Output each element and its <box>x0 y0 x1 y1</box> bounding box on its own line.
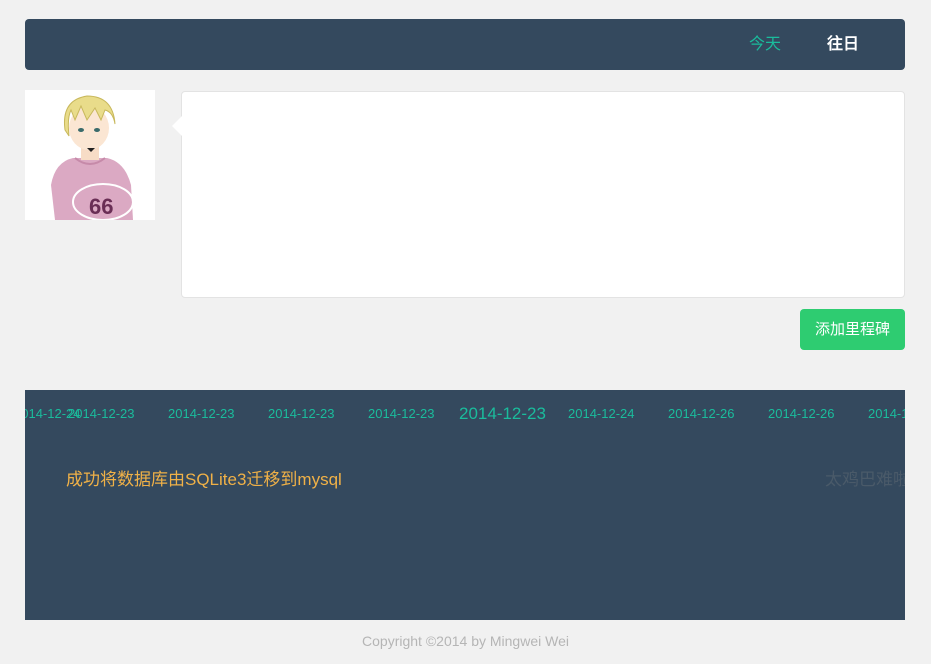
timeline-date[interactable]: 2014-12-2 <box>868 406 905 422</box>
avatar: 66 <box>25 90 155 220</box>
timeline-date-active[interactable]: 2014-12-23 <box>459 404 546 424</box>
timeline-event-text-next: 太鸡巴难啦 <box>825 470 905 490</box>
timeline-date[interactable]: 2014-12-26 <box>768 406 835 422</box>
top-navbar: 今天 往日 <box>25 19 905 70</box>
nav-today-link[interactable]: 今天 <box>749 33 781 55</box>
timeline-date[interactable]: 2014-12-24 <box>568 406 635 422</box>
timeline-date[interactable]: 2014-12-23 <box>168 406 235 422</box>
avatar-illustration: 66 <box>25 90 155 220</box>
page: 今天 往日 66 添加里程碑 2014-12-24 2014-12 <box>0 0 931 664</box>
timeline-date[interactable]: 2014-12-23 <box>368 406 435 422</box>
milestone-editor[interactable] <box>172 91 905 298</box>
editor-pointer-arrow <box>172 116 182 136</box>
milestone-textarea[interactable] <box>182 92 904 297</box>
timeline-date[interactable]: 2014-12-23 <box>268 406 335 422</box>
timeline-date[interactable]: 2014-12-26 <box>668 406 735 422</box>
footer-copyright: Copyright ©2014 by Mingwei Wei <box>362 633 569 649</box>
timeline-panel: 2014-12-24 2014-12-23 2014-12-23 2014-12… <box>25 390 905 620</box>
nav-past-link[interactable]: 往日 <box>827 33 859 55</box>
svg-text:66: 66 <box>89 194 113 219</box>
timeline-event-text: 成功将数据库由SQLite3迁移到mysql <box>66 470 342 489</box>
timeline-date[interactable]: 2014-12-23 <box>68 406 135 422</box>
add-milestone-button[interactable]: 添加里程碑 <box>800 309 905 350</box>
